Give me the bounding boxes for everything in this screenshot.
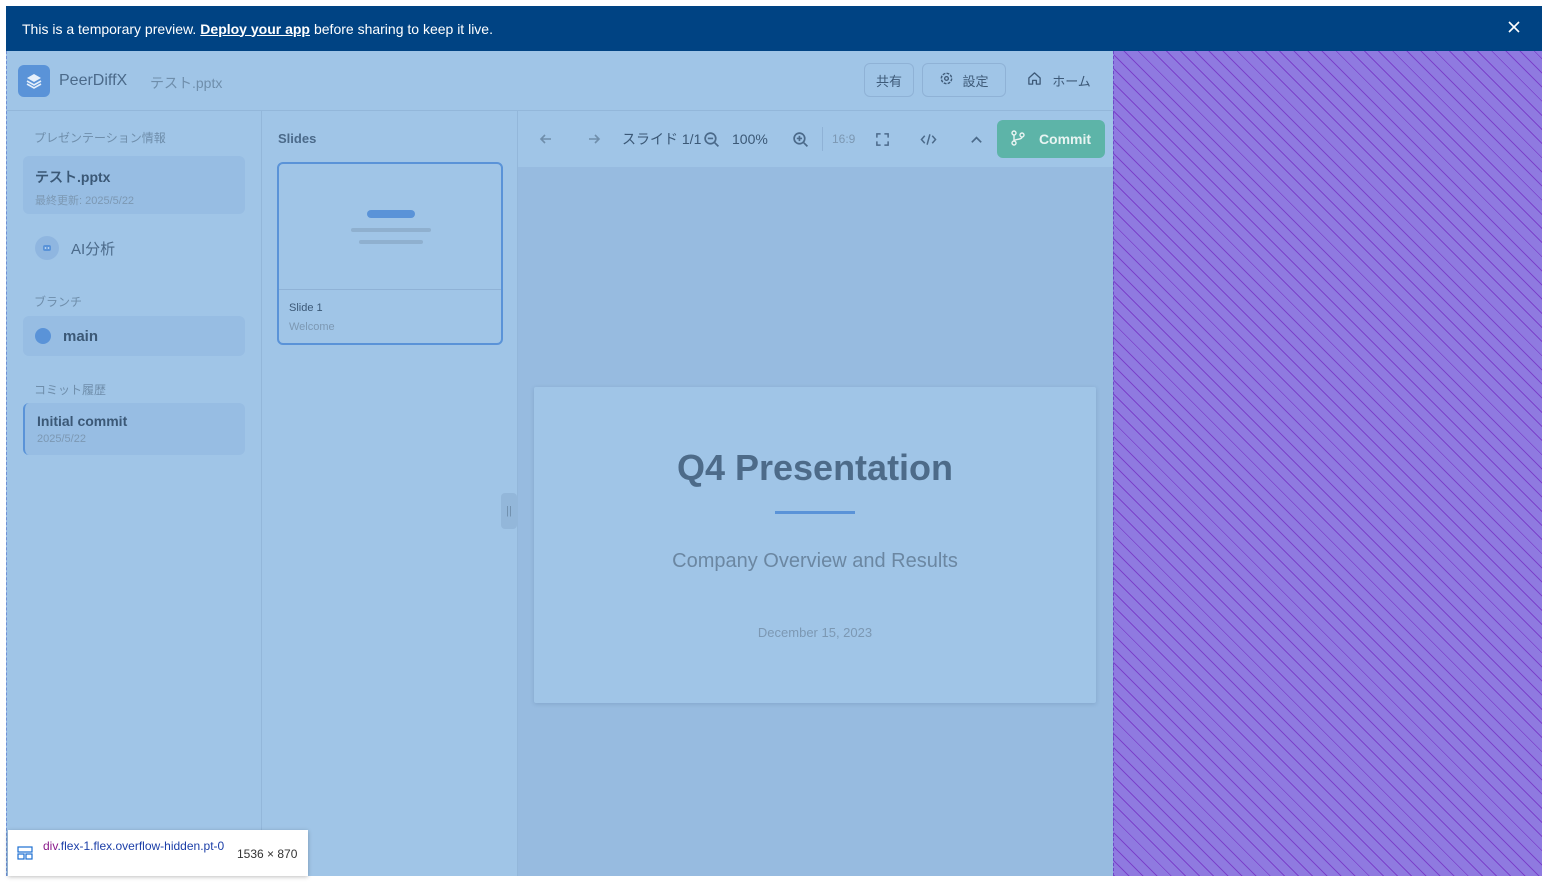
app-header: PeerDiffX テスト.pptx 共有 設定 ホーム	[7, 51, 1113, 111]
fullscreen-icon[interactable]	[872, 129, 892, 149]
deploy-link[interactable]: Deploy your app	[200, 21, 310, 37]
inspector-selector: div.flex-1.flex.overflow-hidden.pt-0	[43, 838, 233, 854]
close-icon[interactable]	[1504, 17, 1524, 37]
slide-thumbnail-subtitle: Welcome	[289, 321, 335, 333]
app-overlay: PeerDiffX テスト.pptx 共有 設定 ホーム プレゼンテーション情報…	[6, 51, 1113, 876]
sidebar: プレゼンテーション情報 テスト.pptx 最終更新: 2025/5/22 AI分…	[7, 111, 262, 876]
slides-panel: Slides Slide 1 Welcome	[262, 111, 518, 876]
slide-thumbnail-label: Slide 1	[289, 302, 323, 314]
slide-counter: スライド 1/1	[622, 131, 702, 147]
preview-banner: This is a temporary preview. Deploy your…	[6, 6, 1542, 51]
layout-icon	[17, 846, 33, 865]
ai-analysis-button[interactable]: AI分析	[35, 236, 115, 260]
banner-text: This is a temporary preview.	[22, 20, 197, 37]
home-label: ホーム	[1052, 73, 1091, 89]
branch-section-label: ブランチ	[34, 295, 83, 309]
branch-item-main[interactable]: main	[23, 316, 245, 356]
bot-icon	[35, 236, 59, 260]
inspector-margin-overlay	[1113, 51, 1542, 876]
git-branch-icon	[1011, 129, 1025, 149]
gear-icon	[939, 71, 954, 89]
commit-history-label: コミット履歴	[34, 383, 107, 397]
slide-date: December 15, 2023	[757, 625, 873, 640]
file-name: テスト.pptx	[150, 75, 223, 91]
panel-resize-handle[interactable]: ||	[501, 493, 517, 529]
last-updated: 最終更新: 2025/5/22	[35, 195, 135, 207]
commit-label: Commit	[1038, 131, 1092, 147]
commit-button[interactable]: Commit	[997, 120, 1105, 158]
slide-title: Q4 Presentation	[676, 447, 954, 488]
slide-thumbnail-preview	[279, 164, 501, 290]
element-inspector-tooltip: div.flex-1.flex.overflow-hidden.pt-0 153…	[8, 830, 308, 876]
slide-viewer: スライド 1/1 100% 16:9 Commit Q4 Presentatio…	[518, 111, 1113, 876]
app-name: PeerDiffX	[59, 72, 128, 89]
zoom-level: 100%	[732, 131, 768, 147]
settings-button[interactable]: 設定	[922, 63, 1006, 97]
share-label: 共有	[875, 73, 902, 89]
arrow-right-icon[interactable]	[584, 129, 604, 149]
viewer-toolbar: スライド 1/1 100% 16:9 Commit	[518, 111, 1113, 167]
aspect-ratio[interactable]: 16:9	[832, 129, 855, 149]
code-icon[interactable]	[918, 129, 938, 149]
slide-subtitle: Company Overview and Results	[672, 550, 958, 572]
zoom-in-icon[interactable]	[790, 129, 810, 149]
branch-dot-icon	[35, 328, 51, 344]
slide-thumbnail[interactable]: Slide 1 Welcome	[277, 162, 503, 345]
settings-label: 設定	[962, 73, 989, 89]
ai-analysis-label: AI分析	[71, 240, 116, 258]
chevron-up-icon[interactable]	[966, 129, 986, 149]
inspector-classes: .flex-1.flex.overflow-hidden.pt-0	[57, 839, 225, 853]
zoom-out-icon[interactable]	[701, 129, 721, 149]
commit-item[interactable]: Initial commit 2025/5/22	[23, 403, 245, 455]
inspector-tag: div	[43, 839, 58, 853]
home-icon	[1027, 71, 1042, 89]
presentation-file-title: テスト.pptx	[35, 169, 111, 185]
branch-name: main	[63, 327, 99, 345]
banner-suffix: before sharing to keep it live.	[313, 20, 493, 37]
presentation-info-label: プレゼンテーション情報	[34, 131, 166, 145]
share-button[interactable]: 共有	[864, 63, 914, 97]
slide-divider	[775, 511, 855, 514]
arrow-left-icon[interactable]	[536, 129, 556, 149]
layers-icon[interactable]	[18, 65, 50, 97]
home-button[interactable]: ホーム	[1014, 63, 1104, 97]
slide-canvas[interactable]: Q4 Presentation Company Overview and Res…	[534, 387, 1096, 703]
presentation-info-card[interactable]: テスト.pptx 最終更新: 2025/5/22	[23, 156, 245, 214]
inspector-size: 1536 × 870	[237, 847, 298, 861]
commit-date: 2025/5/22	[37, 433, 86, 445]
commit-title: Initial commit	[37, 413, 128, 429]
slides-title: Slides	[278, 131, 317, 146]
